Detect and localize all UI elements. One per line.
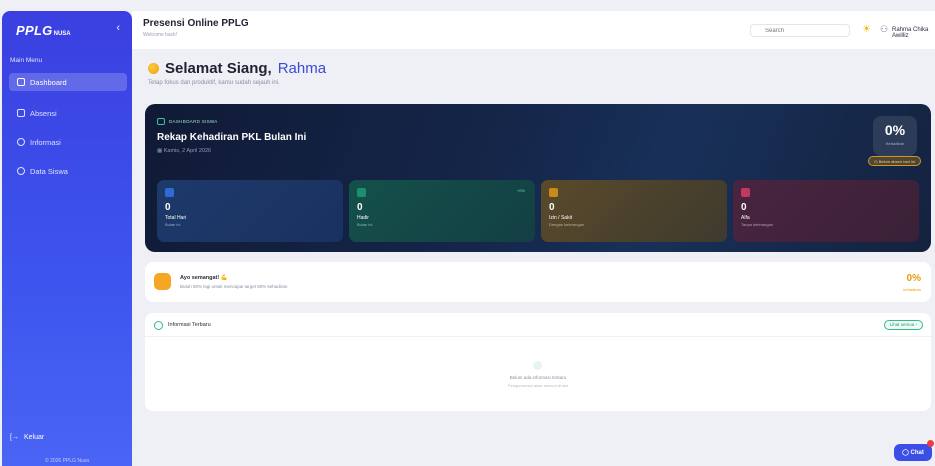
users-icon: [17, 167, 25, 175]
stat-sub: Tanpa keterangan: [741, 222, 774, 227]
logout-icon: [→: [10, 434, 19, 441]
logout-button[interactable]: [→ Keluar: [10, 434, 44, 441]
empty-state-title: Belum ada informasi terbaru: [509, 375, 567, 380]
motivation-percent: 0%: [906, 273, 921, 284]
brand-logo[interactable]: PPLGNUSA: [16, 23, 71, 38]
greeting-prefix: Selamat Siang,: [165, 60, 272, 77]
stat-label: Alfa: [741, 215, 750, 221]
calendar-icon: [17, 109, 25, 117]
theme-toggle-sun-icon[interactable]: ☀: [862, 24, 871, 35]
dashboard-badge-label: DASHBOARD SISWA: [169, 119, 218, 124]
copyright: © 2026 PPLG Nusa: [45, 458, 89, 464]
user-icon[interactable]: ⚇: [880, 24, 888, 35]
stat-sub: Bulan ini: [357, 222, 373, 227]
stat-value: 0: [741, 202, 747, 213]
document-icon: [549, 188, 558, 197]
page-title: Presensi Online PPLG: [143, 18, 249, 29]
stat-label: Total Hari: [165, 215, 187, 221]
dashboard-badge-icon: [157, 118, 165, 125]
stat-sub: Bulan ini: [165, 222, 181, 227]
stat-label: Izin / Sakit: [549, 215, 573, 221]
summary-title: Rekap Kehadiran PKL Bulan Ini: [157, 132, 307, 143]
calendar-icon: ▦: [157, 148, 164, 154]
sidebar-item-absensi[interactable]: Absensi: [9, 104, 127, 122]
motivation-card: Ayo semangat! 💪 Butuh 80% lagi untuk men…: [145, 262, 931, 302]
greeting-name: Rahma: [277, 60, 327, 77]
stat-present: +0% 0 Hadir Bulan ini: [349, 180, 535, 242]
user-name[interactable]: Rahma Chika Awilliz: [892, 27, 935, 39]
latest-info-title: Informasi Terbaru: [168, 322, 211, 328]
target-icon: [154, 273, 171, 290]
not-checked-in-label: Belum absen hari ini: [878, 159, 915, 164]
attendance-percent-label: Kehadiran: [885, 141, 905, 146]
stat-value: 0: [357, 202, 363, 213]
not-checked-in-badge: ◷ Belum absen hari ini: [868, 156, 921, 166]
logout-label: Keluar: [23, 434, 45, 441]
empty-state-icon: [533, 361, 542, 370]
attendance-percent-box: 0% Kehadiran: [873, 116, 917, 156]
attendance-percent: 0%: [884, 122, 906, 138]
stat-delta: +0%: [516, 188, 525, 193]
sidebar-item-informasi[interactable]: Informasi: [9, 133, 127, 151]
greeting-subtitle: Tetap fokus dan produktif, kamu sudah se…: [148, 80, 280, 86]
brand-text: PPLG: [16, 23, 53, 38]
check-circle-icon: [357, 188, 366, 197]
sidebar-item-label: Dashboard: [30, 77, 67, 87]
calendar-icon: [165, 188, 174, 197]
sidebar-item-dashboard[interactable]: Dashboard: [9, 73, 127, 91]
stat-sub: Dengan keterangan: [549, 222, 585, 227]
collapse-sidebar-button[interactable]: ‹: [116, 22, 120, 34]
stat-permission-sick: 0 Izin / Sakit Dengan keterangan: [541, 180, 727, 242]
x-circle-icon: [741, 188, 750, 197]
page-subtitle: Welcome back!: [143, 32, 178, 38]
motivation-percent-label: kehadiran: [903, 287, 921, 292]
grid-icon: [17, 78, 25, 86]
motivation-text: Butuh 80% lagi untuk mencapai target 80%…: [180, 284, 289, 289]
chat-notification-dot: [927, 440, 934, 447]
brand-suffix: NUSA: [53, 31, 71, 37]
greeting-title: Selamat Siang, Rahma: [148, 60, 326, 77]
info-icon: [154, 321, 163, 330]
empty-state-subtitle: Pengumuman akan muncul di sini: [507, 383, 569, 388]
stat-absent: 0 Alfa Tanpa keterangan: [733, 180, 919, 242]
sidebar-item-label: Data Siswa: [30, 166, 68, 176]
menu-title: Main Menu: [10, 57, 43, 64]
stat-value: 0: [549, 202, 555, 213]
see-all-button[interactable]: Lihat semua ›: [883, 320, 923, 330]
stat-value: 0: [165, 202, 171, 213]
sidebar-item-data-siswa[interactable]: Data Siswa: [9, 162, 127, 180]
divider: [145, 336, 931, 337]
dashboard-badge: DASHBOARD SISWA: [157, 118, 218, 125]
message-icon: [17, 138, 25, 146]
sidebar: PPLGNUSA ‹ Main Menu Dashboard Absensi I…: [2, 11, 132, 466]
latest-info-card: Informasi Terbaru Lihat semua › Belum ad…: [145, 313, 931, 411]
sidebar-item-label: Absensi: [30, 108, 57, 118]
sidebar-item-label: Informasi: [30, 137, 61, 147]
search-input[interactable]: [750, 24, 850, 37]
attendance-summary-card: DASHBOARD SISWA Rekap Kehadiran PKL Bula…: [145, 104, 931, 252]
topbar: Presensi Online PPLG Welcome back! ⌕ ☀ ⚇…: [132, 11, 935, 49]
chat-button[interactable]: ◯ Chat: [894, 444, 932, 461]
summary-date-text: Kamis, 2 April 2026: [163, 148, 212, 154]
sun-icon: [148, 63, 159, 74]
motivation-title: Ayo semangat! 💪: [180, 275, 228, 281]
stat-total-days: 0 Total Hari Bulan ini: [157, 180, 343, 242]
summary-date: ▦ Kamis, 2 April 2026: [157, 148, 211, 154]
stat-label: Hadir: [357, 215, 369, 221]
